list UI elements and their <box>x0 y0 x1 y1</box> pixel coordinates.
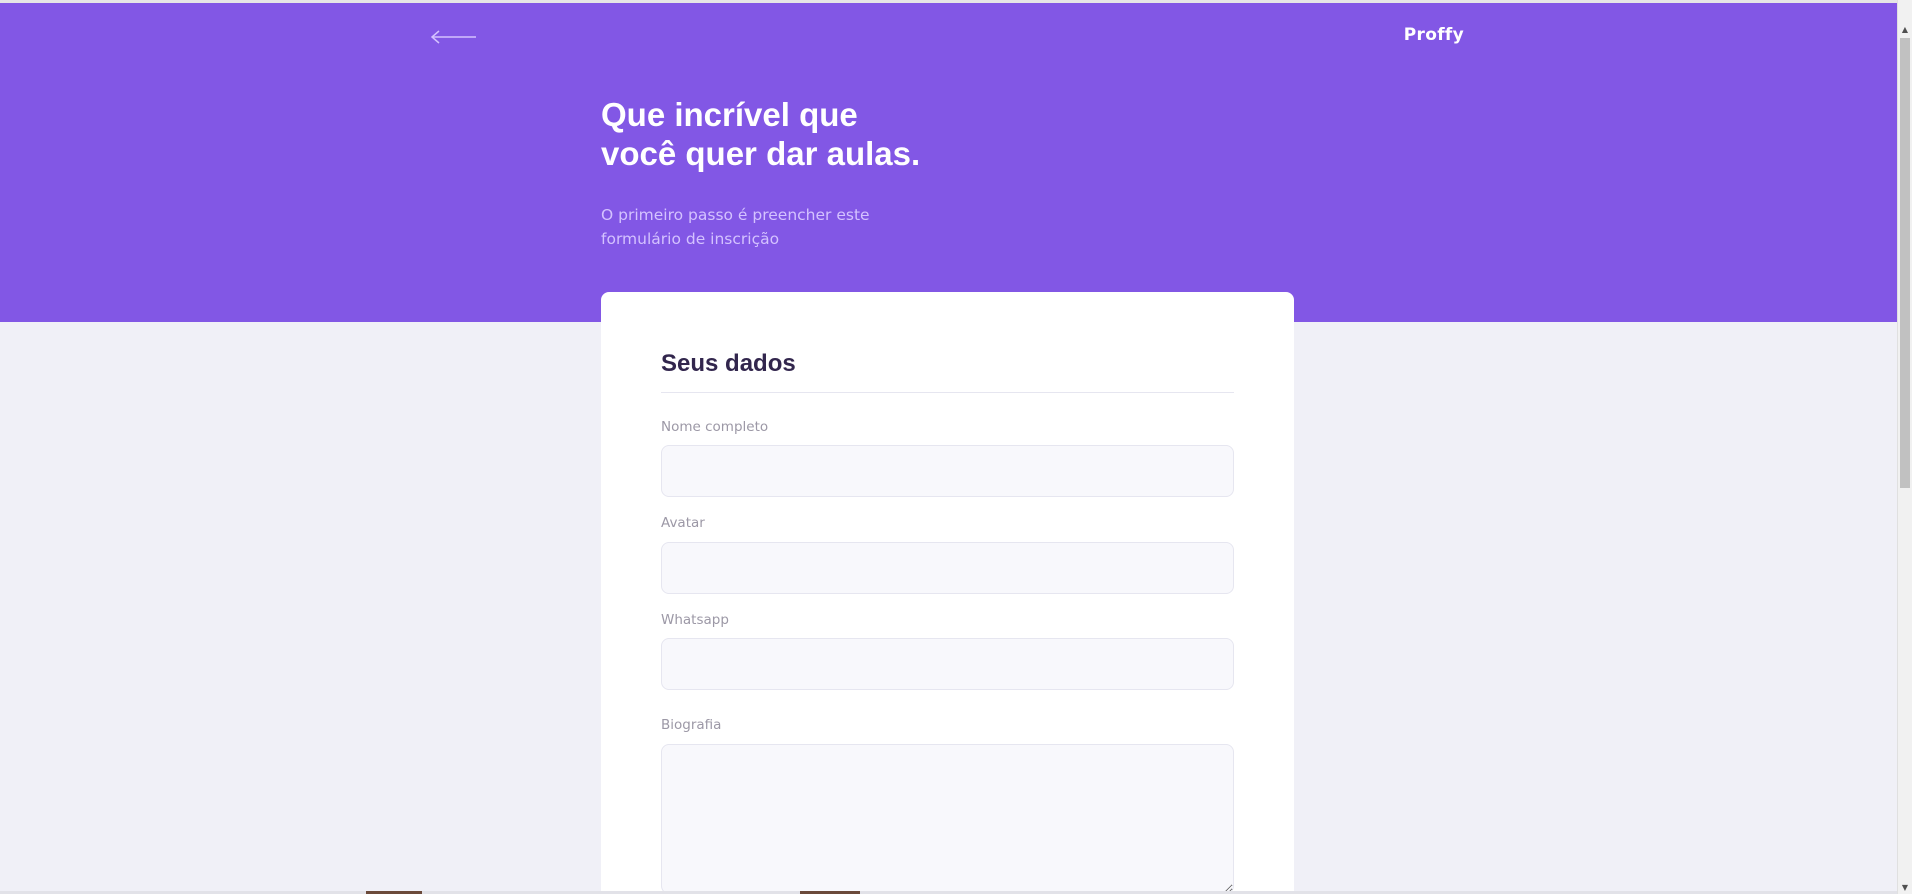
top-bar: Proffy <box>430 23 1464 53</box>
scroll-up-arrow-icon[interactable]: ▲ <box>1898 22 1912 36</box>
app-viewport: Proffy Que incrível que você quer dar au… <box>0 0 1912 894</box>
vertical-scrollbar[interactable]: ▲ ▼ <box>1897 0 1912 894</box>
header-content: Que incrível que você quer dar aulas. O … <box>601 95 1101 251</box>
name-field-label: Nome completo <box>661 419 769 435</box>
section-title: Seus dados <box>661 350 796 377</box>
whatsapp-field-label: Whatsapp <box>661 612 729 628</box>
arrow-left-icon <box>430 27 480 47</box>
page-subtitle-line-1: O primeiro passo é preencher este <box>601 206 870 224</box>
page-subtitle-line-2: formulário de inscrição <box>601 230 780 248</box>
scroll-down-arrow-icon[interactable]: ▼ <box>1898 880 1912 894</box>
whatsapp-input[interactable] <box>661 638 1234 690</box>
page-header: Proffy Que incrível que você quer dar au… <box>0 3 1897 322</box>
registration-form-card: Seus dados Nome completo Avatar Whatsapp… <box>601 292 1294 894</box>
biography-field-label: Biografia <box>661 717 722 733</box>
page-subtitle: O primeiro passo é preencher este formul… <box>601 203 891 251</box>
page-title-line-2: você quer dar aulas. <box>601 135 921 172</box>
section-divider <box>661 392 1234 393</box>
page-title-line-1: Que incrível que <box>601 96 858 133</box>
avatar-field-label: Avatar <box>661 515 705 531</box>
scrollbar-thumb[interactable] <box>1900 38 1910 488</box>
page-title: Que incrível que você quer dar aulas. <box>601 95 961 173</box>
proffy-logo: Proffy <box>1403 25 1464 45</box>
name-input[interactable] <box>661 445 1234 497</box>
biography-textarea[interactable] <box>661 744 1234 894</box>
back-button[interactable] <box>430 27 480 47</box>
avatar-input[interactable] <box>661 542 1234 594</box>
